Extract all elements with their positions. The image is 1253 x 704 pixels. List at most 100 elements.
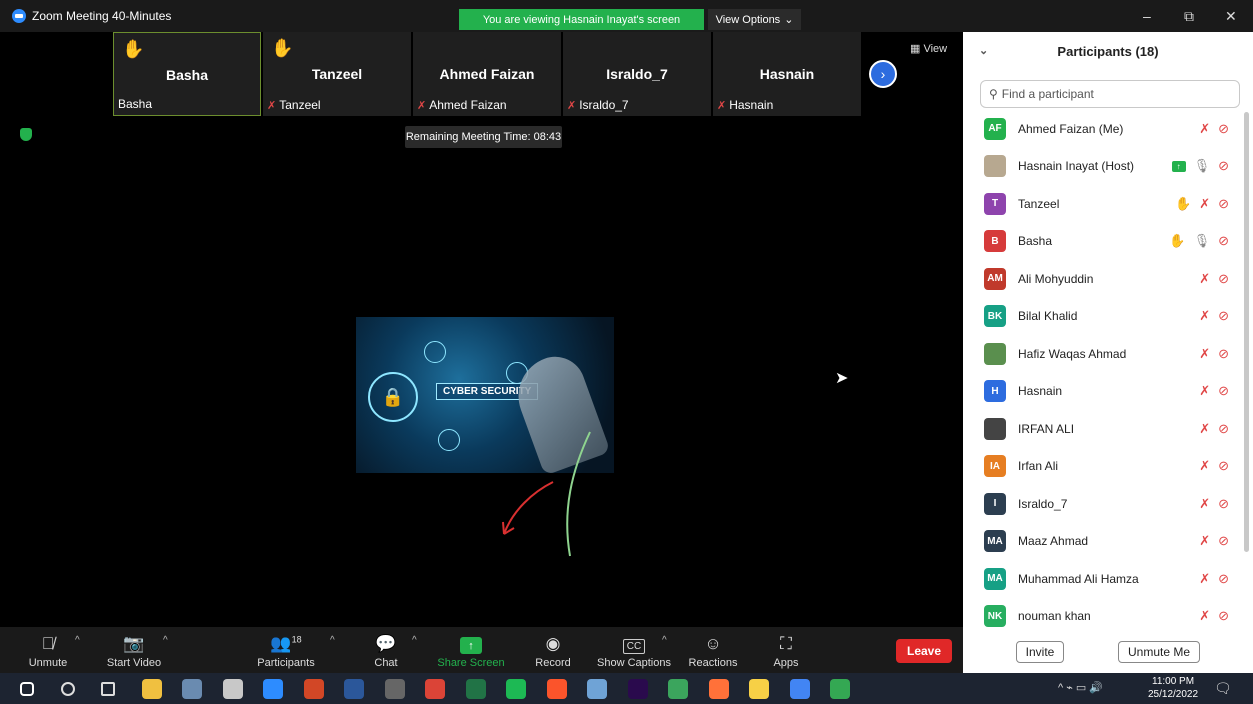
thumbnail-name: Basha [165, 67, 209, 83]
participant-row[interactable]: MA Maaz Ahmad ✗ ⊘ [963, 523, 1253, 561]
participant-row[interactable]: B Basha ✋ 🎙 ⊘ [963, 223, 1253, 261]
leave-button[interactable]: Leave [896, 639, 952, 663]
participants-caret-icon[interactable]: ^ [330, 635, 335, 646]
encryption-shield-icon[interactable] [20, 128, 32, 141]
search-icon: ⚲ [989, 87, 998, 101]
video-thumbnail[interactable]: Ahmed Faizan ✗ Ahmed Faizan [413, 32, 561, 116]
calculator-icon[interactable] [384, 679, 405, 699]
mic-muted-icon: ✗ [1199, 420, 1211, 436]
mic-muted-icon: ✗ [1199, 120, 1211, 136]
spotify-icon[interactable] [506, 679, 526, 699]
video-options-caret-icon[interactable]: ^ [163, 635, 168, 646]
view-options-button[interactable]: View Options ⌄ [708, 9, 801, 30]
avatar: AM [984, 267, 1006, 290]
video-thumbnail[interactable]: ✋ Basha Basha [113, 32, 261, 116]
apps-button[interactable]: ⛶ Apps [770, 627, 802, 673]
reactions-button[interactable]: ☺ Reactions [688, 627, 738, 673]
zoom-icon[interactable] [263, 679, 283, 699]
thumbnail-name: Ahmed Faizan [439, 66, 535, 82]
word-icon[interactable] [344, 679, 364, 699]
audio-options-caret-icon[interactable]: ^ [75, 635, 80, 646]
maximize-button[interactable]: ⧉ [1184, 8, 1194, 25]
premiere-icon[interactable] [627, 679, 648, 699]
video-off-icon: ⊘ [1218, 495, 1229, 511]
brave-icon[interactable] [546, 679, 567, 699]
participant-row[interactable]: IRFAN ALI ✗ ⊘ [963, 410, 1253, 448]
participant-row[interactable]: BK Bilal Khalid ✗ ⊘ [963, 298, 1253, 336]
participant-row[interactable]: T Tanzeel ✋ ✗ ⊘ [963, 185, 1253, 223]
chat-caret-icon[interactable]: ^ [412, 635, 417, 646]
participant-row[interactable]: NK nouman khan ✗ ⊘ [963, 598, 1253, 636]
unmute-me-button[interactable]: Unmute Me [1118, 641, 1200, 663]
video-thumbnail-strip: ✋ Basha Basha ✋ Tanzeel ✗ Tanzeel Ahmed F… [113, 32, 863, 116]
participant-row[interactable]: H Hasnain ✗ ⊘ [963, 373, 1253, 411]
video-off-icon: ⊘ [1218, 158, 1229, 174]
avatar: I [984, 492, 1006, 515]
paint-icon[interactable] [222, 679, 243, 699]
file-explorer-icon[interactable] [141, 679, 162, 699]
chrome-profile2-icon[interactable] [830, 679, 850, 699]
participant-row[interactable]: IA Irfan Ali ✗ ⊘ [963, 448, 1253, 486]
thumbnail-label: ✗ Israldo_7 [567, 98, 629, 112]
participant-row[interactable]: I Israldo_7 ✗ ⊘ [963, 485, 1253, 523]
start-video-button[interactable]: 📷 Start Video [104, 627, 164, 673]
windows-icon[interactable] [20, 682, 34, 696]
view-button[interactable]: ▦ View [910, 42, 947, 55]
participant-status-icons: ✗ ⊘ [1199, 346, 1229, 362]
record-button[interactable]: ◉ Record [534, 627, 572, 673]
notification-icon[interactable]: 🗨 [1214, 680, 1232, 697]
chrome-profile-icon[interactable] [789, 679, 810, 699]
video-off-icon: ⊘ [1218, 120, 1229, 136]
participant-row[interactable]: Hasnain Inayat (Host) ↑ 🎙 ⊘ [963, 148, 1253, 186]
vpn-icon[interactable] [668, 679, 688, 699]
participant-row[interactable]: AM Ali Mohyuddin ✗ ⊘ [963, 260, 1253, 298]
participants-panel: ⌄ Participants (18) ⚲ Find a participant… [963, 32, 1253, 673]
mic-muted-icon: ✗ [1199, 195, 1211, 211]
photos-icon[interactable] [182, 679, 202, 699]
unmute-button[interactable]: 🎙̸ Unmute [26, 627, 70, 673]
thumbnail-label: ✗ Hasnain [717, 98, 773, 112]
participant-name: Muhammad Ali Hamza [1018, 571, 1139, 586]
close-button[interactable]: ✕ [1225, 8, 1237, 25]
chevron-right-icon: › [880, 66, 886, 82]
sticky-notes-icon[interactable] [749, 679, 769, 699]
search-participant-input[interactable]: ⚲ Find a participant [980, 80, 1240, 108]
mic-muted-icon: ✗ [567, 99, 577, 112]
chat-button[interactable]: 💬 Chat [370, 627, 402, 673]
taskbar-clock[interactable]: 11:00 PM 25/12/2022 [1148, 675, 1198, 701]
next-page-button[interactable]: › [869, 60, 897, 88]
participant-row[interactable]: AF Ahmed Faizan (Me) ✗ ⊘ [963, 110, 1253, 148]
scrollbar[interactable] [1244, 112, 1249, 552]
lock-icon: 🔒 [368, 372, 418, 422]
mic-muted-icon: ✗ [1199, 533, 1211, 549]
firefox-icon[interactable] [708, 679, 729, 699]
video-thumbnail[interactable]: ✋ Tanzeel ✗ Tanzeel [263, 32, 411, 116]
participant-status-icons: ✗ ⊘ [1199, 533, 1229, 549]
chrome-icon[interactable] [425, 679, 445, 699]
powerpoint-icon[interactable] [303, 679, 324, 699]
raised-hand-icon: ✋ [271, 38, 294, 58]
thumbnail-label-text: Basha [118, 97, 153, 111]
participant-name: Israldo_7 [1018, 496, 1068, 511]
show-captions-button[interactable]: CC Show Captions [596, 627, 672, 673]
minimize-button[interactable]: – [1143, 8, 1151, 24]
captions-caret-icon[interactable]: ^ [662, 635, 667, 646]
panel-title: Participants (18) [1057, 43, 1159, 59]
participants-button[interactable]: 👥18 Participants [255, 627, 317, 673]
share-screen-button[interactable]: ↑ Share Screen [437, 627, 505, 673]
taskview-icon[interactable] [101, 682, 115, 696]
search-icon[interactable] [60, 682, 75, 696]
weather-icon[interactable] [587, 679, 607, 699]
invite-button[interactable]: Invite [1016, 641, 1064, 663]
participant-name: Hasnain [1018, 384, 1063, 399]
participant-row[interactable]: MA Muhammad Ali Hamza ✗ ⊘ [963, 560, 1253, 598]
system-tray[interactable]: ^ ⌁ ▭ 🔊 [1058, 681, 1103, 694]
collapse-chevron-icon[interactable]: ⌄ [979, 44, 988, 57]
video-thumbnail[interactable]: Israldo_7 ✗ Israldo_7 [563, 32, 711, 116]
excel-icon[interactable] [465, 679, 486, 699]
share-screen-label: Share Screen [437, 657, 505, 669]
participant-row[interactable]: Hafiz Waqas Ahmad ✗ ⊘ [963, 335, 1253, 373]
participant-name: Hafiz Waqas Ahmad [1018, 346, 1127, 361]
video-thumbnail[interactable]: Hasnain ✗ Hasnain [713, 32, 861, 116]
participant-status-icons: ✗ ⊘ [1199, 608, 1229, 624]
